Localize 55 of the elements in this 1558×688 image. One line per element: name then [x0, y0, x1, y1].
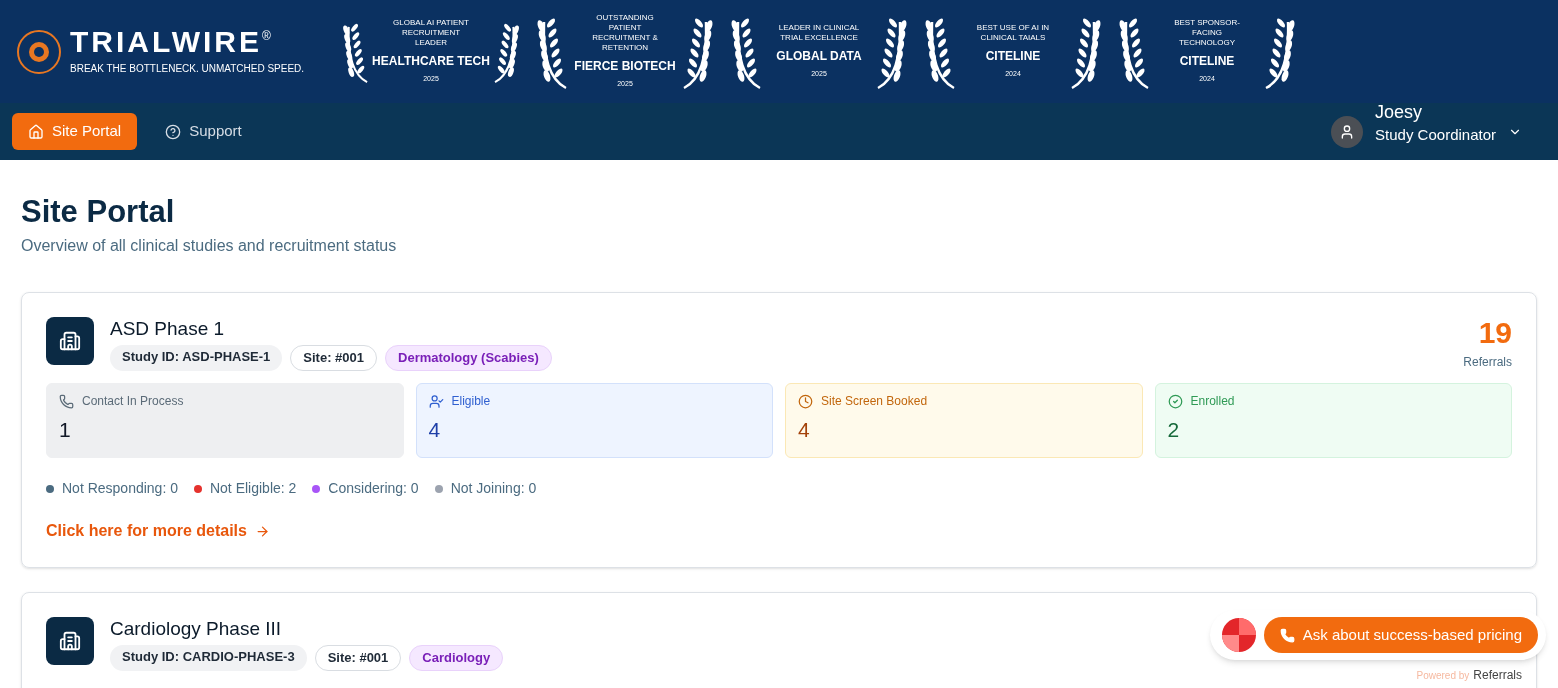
study-id-badge: Study ID: CARDIO-PHASE-3 [110, 645, 307, 671]
clock-icon [798, 393, 813, 409]
nav-tab[interactable]: Site Portal [12, 113, 138, 150]
study-id-badge: Study ID: ASD-PHASE-1 [110, 345, 283, 371]
home-icon [28, 123, 44, 140]
outcome-label: Not Eligible: 2 [209, 479, 297, 498]
phone-icon [59, 393, 74, 409]
stat-label: Eligible [451, 393, 491, 410]
study-name: ASD Phase 1 [110, 317, 225, 341]
check-circle-icon [1167, 393, 1183, 409]
therapeutic-area-badge: Cardiology [409, 645, 504, 671]
pinwheel-logo-icon [1221, 618, 1256, 652]
stat-label: Contact In Process [82, 393, 184, 410]
page-subtitle: Overview of all clinical studies and recruitment status [21, 236, 398, 256]
avatar-icon [1331, 115, 1364, 148]
powered-by-brand: Referrals [1473, 667, 1522, 684]
page-title: Site Portal [21, 194, 176, 230]
award-source: FIERCE BIOTECH [574, 58, 676, 76]
study-name: Cardiology Phase III [110, 617, 282, 641]
award-title: LEADER IN CLINICAL TRIAL EXCELLENCE [777, 23, 861, 44]
award-source: CITELINE [985, 48, 1041, 66]
brand-name: TRIALWIRE [70, 27, 262, 57]
help-icon [165, 123, 182, 140]
stat-label: Enrolled [1190, 393, 1235, 410]
referrals-label: Referrals [1463, 354, 1512, 371]
stat-label: Site Screen Booked [821, 393, 928, 410]
building-icon [46, 317, 94, 365]
building-icon [46, 617, 94, 665]
award-source: HEALTHCARE TECH [372, 53, 490, 71]
arrow-right-icon [254, 523, 270, 539]
award-title: OUTSTANDING PATIENT RECRUITMENT & RETENTION [591, 13, 659, 54]
stat-value: 4 [798, 417, 811, 443]
outcome-label: Not Responding: 0 [62, 479, 178, 498]
brand-tagline: BREAK THE BOTTLENECK. UNMATCHED SPEED. [70, 62, 305, 76]
powered-by-text: Powered by [1416, 668, 1470, 683]
nav-tab[interactable]: Support [149, 113, 258, 150]
therapeutic-area-badge: Dermatology (Scabies) [385, 345, 552, 371]
pricing-button[interactable]: Ask about success-based pricing [1263, 617, 1538, 653]
award-title: GLOBAL AI PATIENT RECRUITMENT LEADER [392, 18, 470, 49]
outcome-label: Not Joining: 0 [450, 479, 537, 498]
award-source: GLOBAL DATA [776, 48, 862, 66]
outcome-label: Considering: 0 [328, 479, 419, 498]
award-source: CITELINE [1179, 53, 1235, 71]
stat-value: 1 [59, 417, 72, 443]
user-check-icon [428, 393, 444, 409]
details-link[interactable]: Click here for more details [46, 519, 270, 543]
stat-value: 4 [428, 417, 442, 443]
stat-value: 2 [1167, 417, 1181, 443]
award-title: BEST USE OF AI IN CLINICAL TAIALS [975, 23, 1051, 44]
user-role: Study Coordinator [1375, 125, 1496, 146]
registered-mark: ® [262, 28, 271, 43]
referral-count: 19 [1478, 317, 1512, 349]
award-title: BEST SPONSOR-FACING TECHNOLOGY [1173, 18, 1241, 49]
user-name: Joesy [1375, 101, 1424, 125]
phone-icon [1279, 627, 1295, 643]
